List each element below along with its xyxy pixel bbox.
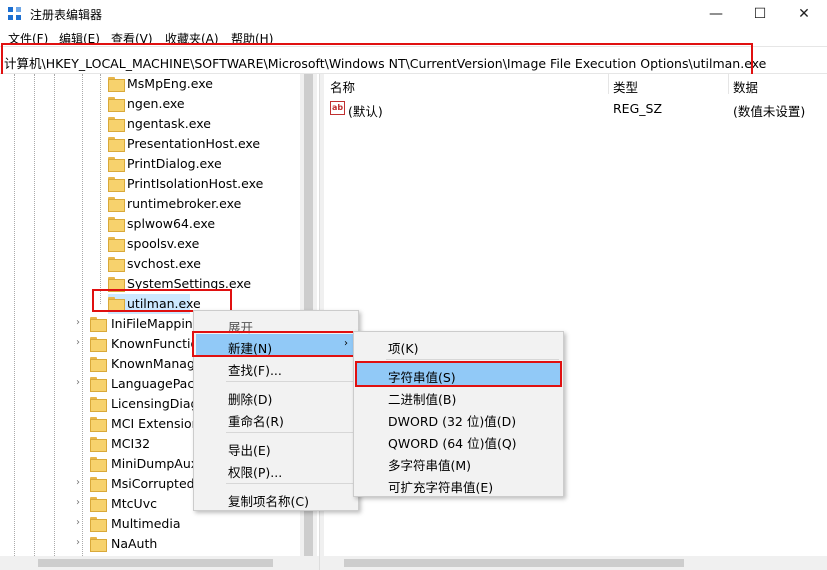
submenu-key[interactable]: 项(K)	[356, 334, 561, 356]
chevron-right-icon[interactable]: ›	[76, 477, 80, 488]
chevron-right-icon[interactable]: ›	[76, 537, 80, 548]
address-bar[interactable]: 计算机\HKEY_LOCAL_MACHINE\SOFTWARE\Microsof…	[0, 46, 827, 74]
folder-icon	[108, 157, 125, 172]
submenu-dword-value[interactable]: DWORD (32 位)值(D)	[356, 407, 561, 429]
folder-icon	[90, 417, 107, 432]
folder-icon	[90, 497, 107, 512]
scroll-thumb[interactable]	[38, 559, 273, 567]
folder-icon	[108, 117, 125, 132]
folder-icon	[108, 97, 125, 112]
folder-icon	[108, 237, 125, 252]
menu-edit[interactable]: 编辑(E)	[59, 30, 100, 47]
string-value-icon: ab	[330, 101, 345, 115]
menu-copy-key-name[interactable]: 复制项名称(C)	[196, 487, 356, 509]
tree-item-utilman-selected[interactable]: utilman.exe	[108, 294, 201, 314]
folder-icon	[108, 297, 125, 312]
menu-view[interactable]: 查看(V)	[111, 30, 153, 47]
tree-horizontal-scrollbar[interactable]	[0, 556, 320, 570]
menu-export[interactable]: 导出(E)	[196, 436, 356, 458]
address-path[interactable]: 计算机\HKEY_LOCAL_MACHINE\SOFTWARE\Microsof…	[4, 53, 766, 72]
folder-icon	[108, 217, 125, 232]
minimize-button[interactable]: —	[693, 0, 739, 28]
chevron-right-icon[interactable]: ›	[76, 377, 80, 388]
chevron-right-icon[interactable]: ›	[76, 497, 80, 508]
folder-icon	[90, 517, 107, 532]
folder-icon	[108, 257, 125, 272]
submenu-qword-value[interactable]: QWORD (64 位)值(Q)	[356, 429, 561, 451]
close-button[interactable]: ✕	[781, 0, 827, 28]
menu-rename[interactable]: 重命名(R)	[196, 407, 356, 429]
submenu-expandable-string-value[interactable]: 可扩充字符串值(E)	[356, 473, 561, 495]
submenu-string-value[interactable]: 字符串值(S)	[356, 363, 561, 385]
menu-help[interactable]: 帮助(H)	[231, 30, 273, 47]
folder-icon	[90, 457, 107, 472]
chevron-right-icon[interactable]: ›	[76, 337, 80, 348]
submenu-binary-value[interactable]: 二进制值(B)	[356, 385, 561, 407]
new-submenu: 项(K) 字符串值(S) 二进制值(B) DWORD (32 位)值(D) QW…	[353, 331, 564, 497]
window-title: 注册表编辑器	[30, 8, 103, 22]
menu-find[interactable]: 查找(F)...	[196, 356, 356, 378]
chevron-right-icon: ›	[344, 338, 348, 349]
column-name[interactable]: 名称	[330, 74, 355, 95]
menu-permissions[interactable]: 权限(P)...	[196, 458, 356, 480]
menu-bar: 文件(F) 编辑(E) 查看(V) 收藏夹(A) 帮助(H)	[0, 28, 827, 46]
scroll-thumb[interactable]	[344, 559, 684, 567]
folder-icon	[108, 177, 125, 192]
menu-new[interactable]: 新建(N) ›	[196, 334, 356, 356]
menu-expand[interactable]: 展开	[196, 313, 356, 335]
menu-favorites[interactable]: 收藏夹(A)	[165, 30, 219, 47]
folder-icon	[90, 437, 107, 452]
folder-icon	[108, 277, 125, 292]
context-menu: 展开 新建(N) › 查找(F)... 删除(D) 重命名(R) 导出(E) 权…	[193, 310, 359, 511]
folder-icon	[90, 477, 107, 492]
column-data[interactable]: 数据	[733, 74, 758, 95]
column-type[interactable]: 类型	[613, 74, 638, 95]
value-row-default[interactable]: ab (默认) REG_SZ (数值未设置)	[324, 98, 827, 119]
folder-icon	[90, 537, 107, 552]
chevron-right-icon[interactable]: ›	[76, 517, 80, 528]
folder-icon	[108, 197, 125, 212]
submenu-multi-string-value[interactable]: 多字符串值(M)	[356, 451, 561, 473]
folder-icon	[90, 397, 107, 412]
folder-icon	[108, 137, 125, 152]
menu-file[interactable]: 文件(F)	[8, 30, 48, 47]
regedit-icon	[8, 7, 22, 21]
folder-icon	[90, 357, 107, 372]
folder-icon	[90, 337, 107, 352]
maximize-button[interactable]: ☐	[737, 0, 783, 28]
folder-icon	[90, 377, 107, 392]
values-horizontal-scrollbar[interactable]	[324, 556, 827, 570]
chevron-right-icon[interactable]: ›	[76, 317, 80, 328]
folder-icon	[108, 77, 125, 92]
title-bar: 注册表编辑器 — ☐ ✕	[0, 0, 827, 28]
menu-delete[interactable]: 删除(D)	[196, 385, 356, 407]
folder-icon	[90, 317, 107, 332]
